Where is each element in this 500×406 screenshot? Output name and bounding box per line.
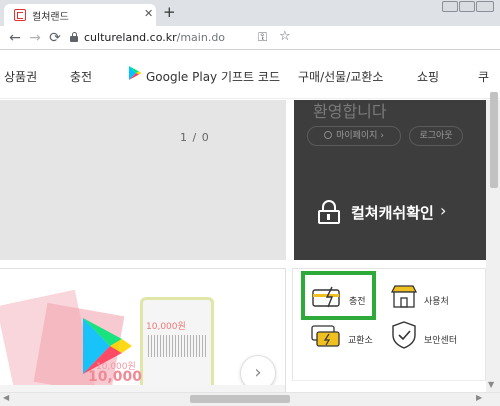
key-icon[interactable]: ⚿ — [258, 30, 267, 45]
welcome-text: 환영합니다 — [313, 102, 387, 121]
quick-menu-exchange-label[interactable]: 교환소 — [348, 333, 373, 346]
minimize-button[interactable] — [442, 1, 458, 12]
browser-tab-bar: 컬쳐랜드 ✕ + — [0, 0, 500, 26]
window-close-button[interactable] — [476, 1, 494, 12]
reload-button[interactable]: ⟳ — [46, 29, 64, 47]
mypage-label: 마이페이지 › — [336, 131, 384, 141]
gift-card-amount-label: 10,000원 — [146, 322, 186, 332]
nav-item-cut-off[interactable]: 쿠 — [478, 68, 489, 85]
tab-title: 컬쳐랜드 — [32, 12, 69, 23]
user-panel: 환영합니다 마이페이지 › 로그아웃 컬쳐캐쉬확인 › — [294, 100, 486, 260]
nav-item-purchase[interactable]: 구매/선물/교환소 — [298, 68, 383, 85]
site-navigation: 상품권 충전 Google Play 기프트 코드 구매/선물/교환소 쇼핑 쿠 — [0, 51, 500, 99]
logout-button[interactable]: 로그아웃 — [409, 126, 463, 146]
shield-check-icon — [392, 321, 416, 349]
browser-tab[interactable]: 컬쳐랜드 ✕ — [4, 4, 156, 26]
forward-button[interactable]: → — [26, 29, 44, 47]
exchange-icon — [311, 325, 340, 347]
hero-slide-counter: 1 / 0 — [180, 131, 210, 144]
culture-cash-check-link[interactable]: 컬쳐캐쉬확인 — [351, 202, 434, 223]
hero-banner[interactable] — [0, 100, 286, 260]
scroll-right-arrow-icon[interactable]: ▶ — [476, 393, 482, 402]
scroll-left-arrow-icon[interactable]: ◀ — [3, 393, 9, 402]
promo-footer-strip — [0, 385, 285, 392]
quick-menu-store[interactable] — [390, 284, 418, 313]
quick-menu-security-label[interactable]: 보안센터 — [424, 333, 457, 346]
promo-carousel[interactable]: 10,000원 10,000원 10,000 › — [0, 268, 286, 392]
nav-item-shopping[interactable]: 쇼핑 — [417, 68, 439, 85]
maximize-button[interactable] — [459, 1, 475, 12]
nav-item-charge[interactable]: 충전 — [70, 68, 92, 85]
quick-menu-exchange[interactable] — [310, 324, 342, 353]
back-button[interactable]: ← — [6, 29, 24, 47]
horizontal-scroll-thumb[interactable] — [190, 395, 290, 403]
quick-menu-security[interactable] — [390, 320, 418, 353]
barcode-image — [148, 335, 206, 357]
quick-menu-footer — [292, 380, 486, 392]
window-controls — [442, 1, 494, 13]
mypage-button[interactable]: 마이페이지 › — [307, 126, 401, 146]
quick-menu-store-label[interactable]: 사용처 — [424, 294, 449, 307]
nav-item-gift-card[interactable]: 상품권 — [4, 68, 37, 85]
new-tab-button[interactable]: + — [163, 4, 176, 20]
google-play-label: Google Play 기프트 코드 — [146, 70, 280, 84]
cultureland-favicon-icon — [14, 9, 26, 21]
lock-icon — [318, 200, 340, 224]
vertical-scroll-thumb[interactable] — [490, 92, 498, 188]
chevron-right-icon[interactable]: › — [440, 201, 446, 220]
store-icon — [390, 285, 418, 308]
url-text[interactable]: cultureland.co.kr/main.do — [84, 31, 225, 44]
gift-card-amount: 10,000 — [88, 369, 143, 385]
charge-highlight-box — [301, 271, 376, 320]
scroll-down-arrow-icon[interactable]: ▼ — [488, 380, 494, 389]
tab-close-icon[interactable]: ✕ — [144, 7, 153, 20]
lock-icon[interactable] — [70, 32, 78, 43]
person-icon — [324, 131, 333, 139]
browser-toolbar: ← → ⟳ cultureland.co.kr/main.do — [0, 26, 500, 50]
bookmark-star-icon[interactable]: ☆ — [279, 29, 291, 44]
google-play-icon — [129, 66, 142, 80]
